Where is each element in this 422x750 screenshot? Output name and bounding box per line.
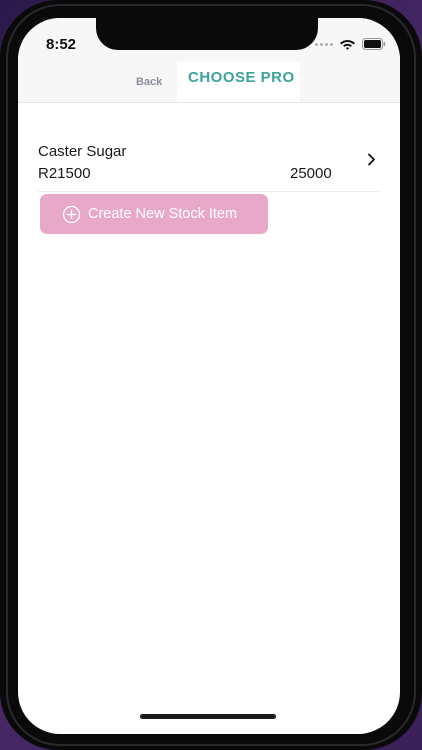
stock-item-quantity: 25000 — [290, 165, 332, 182]
wifi-icon — [340, 40, 355, 50]
battery-icon — [362, 38, 386, 50]
navigation-bar: Back CHOOSE PRO — [18, 62, 400, 103]
signal-dots-icon — [315, 42, 333, 46]
create-stock-item-label: Create New Stock Item — [88, 206, 238, 222]
home-indicator[interactable] — [140, 714, 276, 719]
create-stock-item-button[interactable]: Create New Stock Item — [40, 194, 268, 234]
nav-title-container: CHOOSE PRO — [177, 62, 300, 102]
back-button[interactable]: Back — [136, 76, 162, 88]
phone-frame: 8:52 Back CHOOSE PRO Caster Sugar R21500… — [0, 0, 422, 750]
stock-item-name: Caster Sugar — [38, 143, 127, 160]
status-icons — [315, 38, 386, 50]
camera-notch — [96, 18, 318, 50]
status-time: 8:52 — [46, 36, 77, 53]
stock-item-price: R21500 — [38, 165, 91, 182]
page-title: CHOOSE PRO — [188, 69, 295, 86]
chevron-right-icon — [368, 153, 375, 166]
plus-circle-icon — [62, 205, 81, 224]
stock-item-row[interactable]: Caster Sugar R21500 25000 — [38, 143, 380, 192]
app-screen: 8:52 Back CHOOSE PRO Caster Sugar R21500… — [18, 18, 400, 734]
